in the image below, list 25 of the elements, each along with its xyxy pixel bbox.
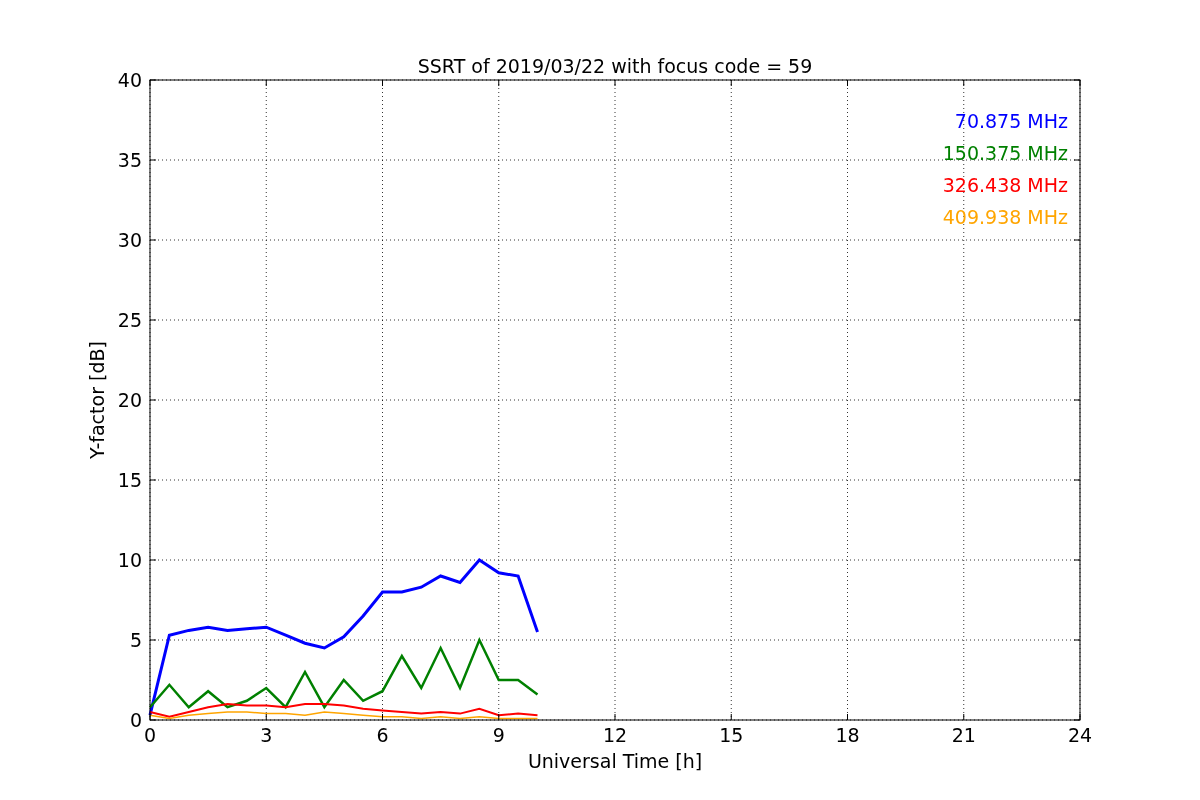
x-tick-label: 12 xyxy=(602,724,628,746)
y-tick-label: 15 xyxy=(117,469,142,491)
x-tick-label: 24 xyxy=(1067,724,1093,746)
x-tick-label: 15 xyxy=(719,724,744,746)
y-tick-label: 5 xyxy=(129,629,142,651)
x-tick-label: 0 xyxy=(143,724,157,746)
y-axis-label: Y-factor [dB] xyxy=(86,341,108,459)
y-tick-label: 0 xyxy=(129,709,142,731)
x-tick-label: 6 xyxy=(376,724,389,746)
chart-title: SSRT of 2019/03/22 with focus code = 59 xyxy=(417,55,813,77)
x-tick-label: 18 xyxy=(835,724,860,746)
y-tick-label: 30 xyxy=(117,229,142,251)
x-tick-label: 21 xyxy=(951,724,976,746)
x-tick-label: 3 xyxy=(260,724,273,746)
legend-label: 150.375 MHz xyxy=(942,142,1068,164)
legend-label: 326.438 MHz xyxy=(942,174,1068,196)
y-tick-label: 20 xyxy=(117,389,142,411)
x-axis-label: Universal Time [h] xyxy=(527,750,703,772)
legend-label: 409.938 MHz xyxy=(942,206,1068,228)
y-tick-label: 10 xyxy=(117,549,142,571)
y-tick-label: 35 xyxy=(117,149,142,171)
y-tick-label: 40 xyxy=(117,69,142,91)
y-tick-label: 25 xyxy=(117,309,142,331)
x-tick-label: 9 xyxy=(492,724,505,746)
legend-label: 70.875 MHz xyxy=(954,110,1068,132)
